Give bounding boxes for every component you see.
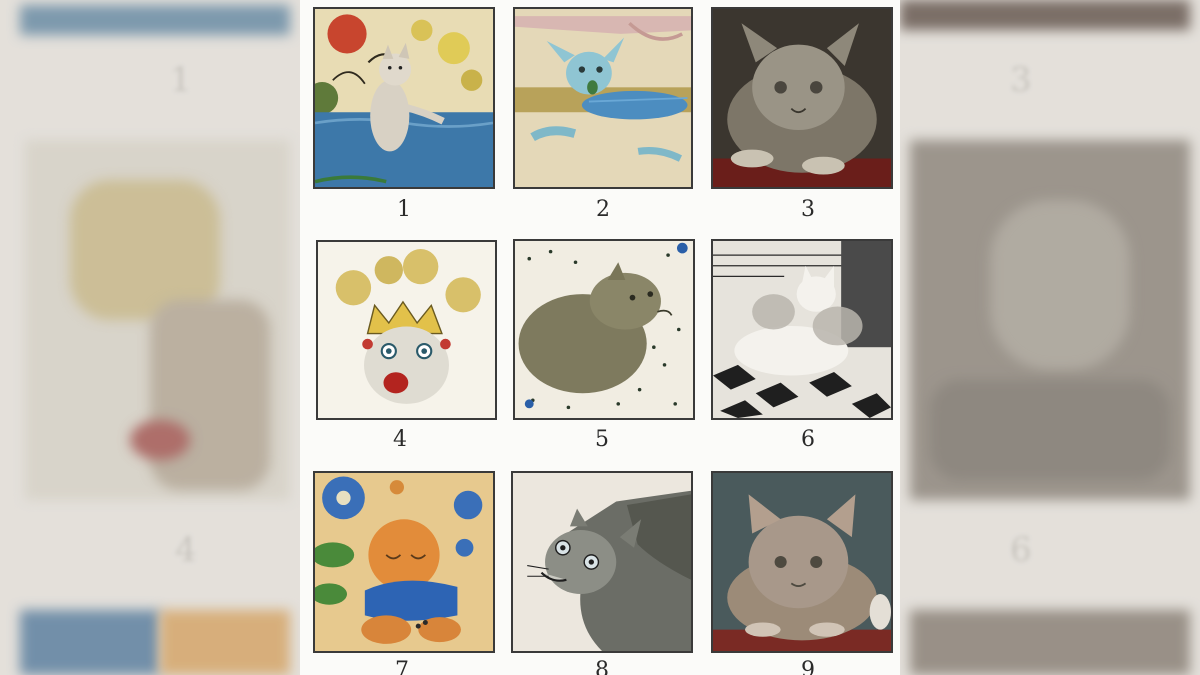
painting-tile-2 — [513, 7, 693, 189]
painting-5-image — [515, 241, 693, 418]
painting-tile-3 — [711, 7, 893, 189]
painting-label-9: 9 — [801, 658, 815, 675]
painting-1-image — [315, 9, 493, 187]
painting-9-image — [713, 473, 891, 651]
painting-6-image — [713, 241, 891, 418]
painting-tile-6 — [711, 239, 893, 420]
blurred-background-left: 1 4 — [0, 0, 300, 675]
painting-4-image — [318, 242, 495, 418]
painting-tile-9 — [711, 471, 893, 653]
painting-8-image — [513, 473, 691, 651]
painting-3-image — [713, 9, 891, 187]
painting-2-image — [515, 9, 691, 187]
painting-tile-5 — [513, 239, 695, 420]
painting-tile-8 — [511, 471, 693, 653]
painting-label-7: 7 — [395, 658, 409, 675]
painting-7-image — [315, 473, 493, 651]
paintings-grid-card: 1 2 3 4 5 6 7 8 9 — [300, 0, 900, 675]
painting-label-5: 5 — [595, 427, 609, 452]
painting-tile-7 — [313, 471, 495, 653]
painting-label-1: 1 — [397, 197, 411, 222]
painting-label-2: 2 — [596, 197, 610, 222]
painting-tile-1 — [313, 7, 495, 189]
painting-label-8: 8 — [595, 658, 609, 675]
painting-label-6: 6 — [801, 427, 815, 452]
painting-label-3: 3 — [801, 197, 815, 222]
blurred-background-right: 3 6 — [900, 0, 1200, 675]
painting-label-4: 4 — [393, 427, 407, 452]
painting-tile-4 — [316, 240, 497, 420]
